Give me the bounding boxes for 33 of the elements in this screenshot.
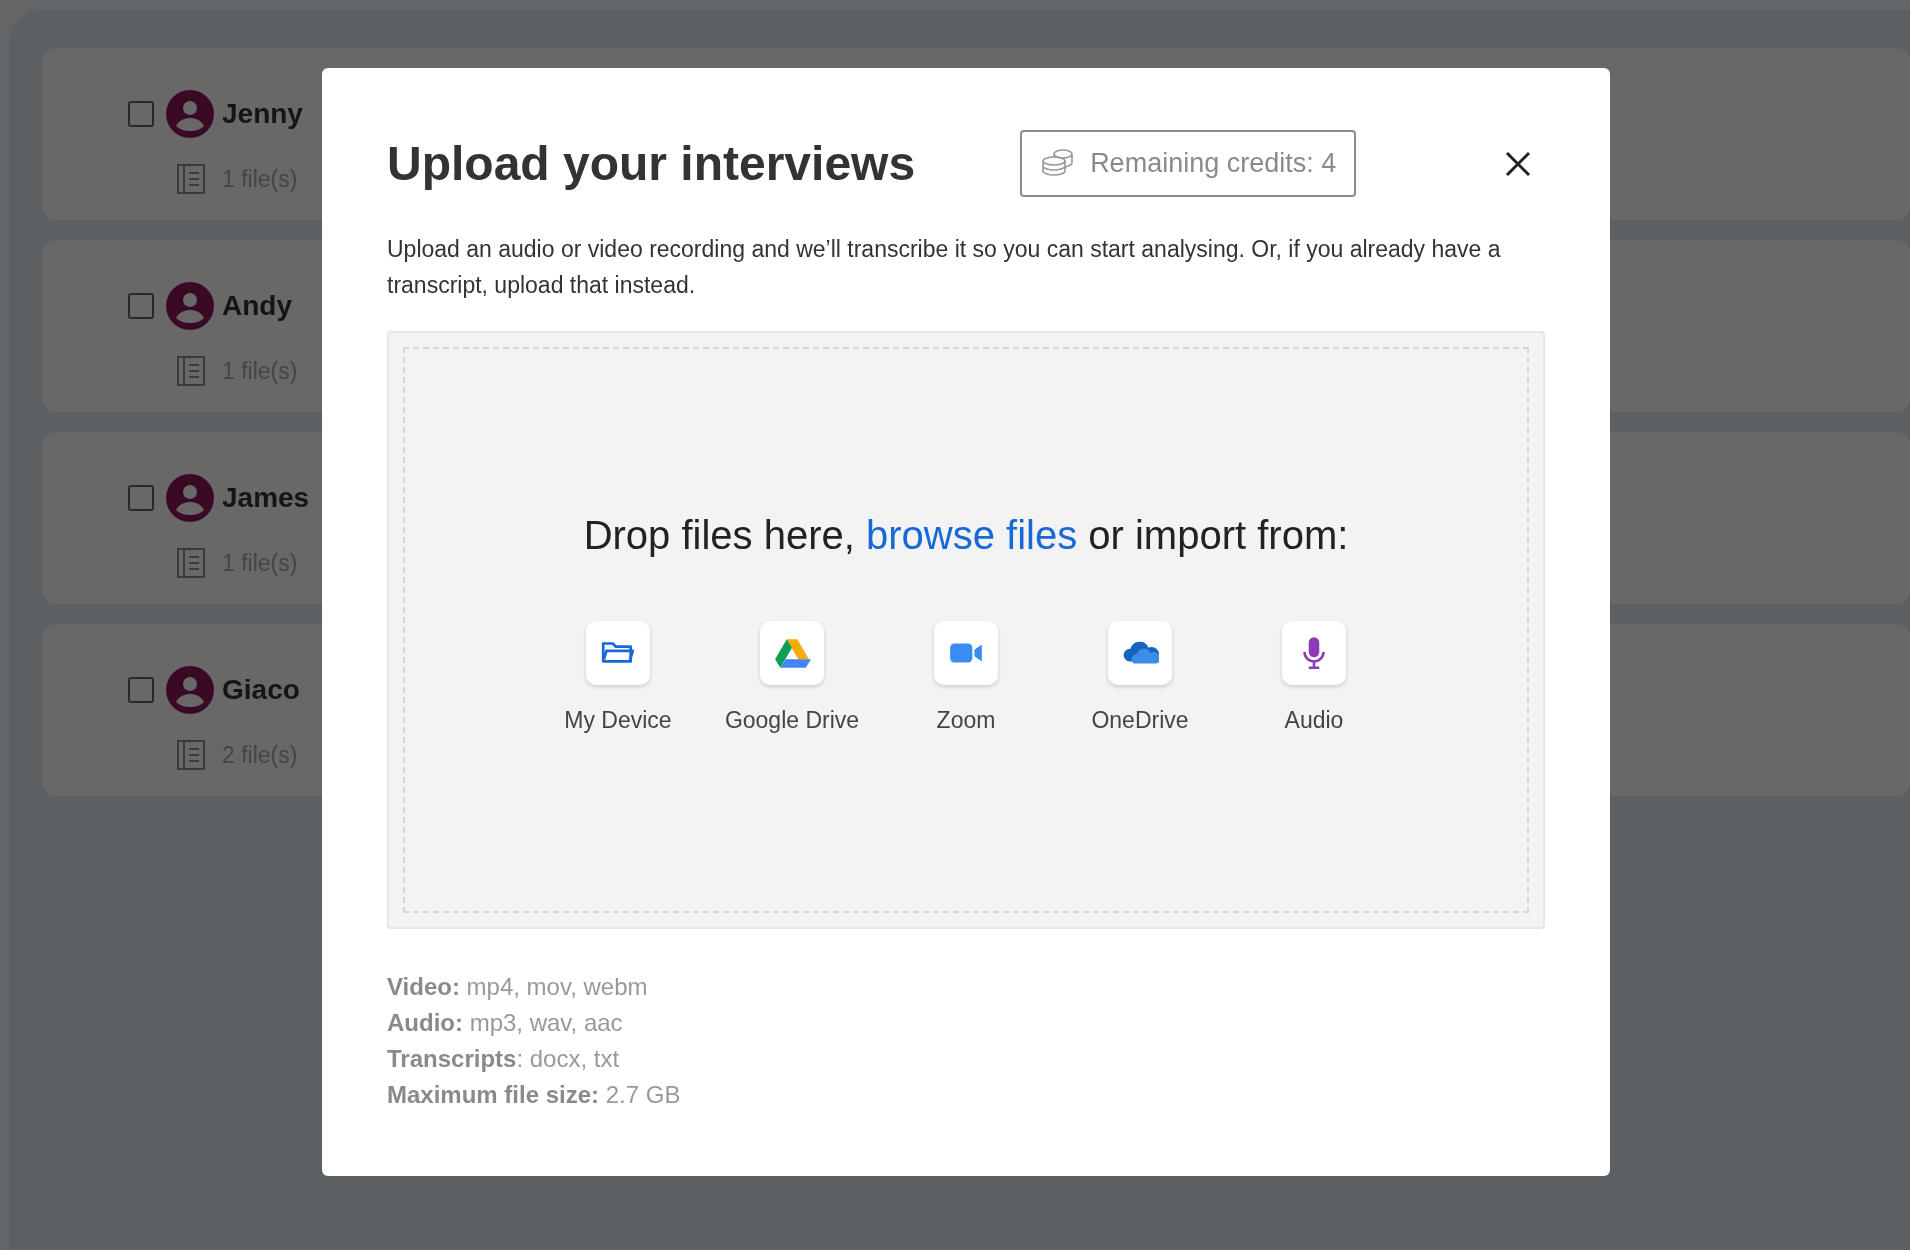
avatar-icon: [166, 90, 214, 138]
browse-files-link[interactable]: browse files: [866, 513, 1078, 557]
format-line: Transcripts: docx, txt: [387, 1044, 621, 1074]
checkbox[interactable]: [128, 677, 154, 703]
avatar-icon: [166, 282, 214, 330]
person-name: Jenny: [222, 97, 303, 131]
format-line: Video: mp4, mov, webm: [387, 972, 649, 1002]
source-button[interactable]: Google Drive: [705, 621, 879, 738]
credits-text: Remaining credits: 4: [1090, 147, 1337, 181]
person-name: Andy: [222, 289, 292, 323]
checkbox[interactable]: [128, 101, 154, 127]
format-line: Maximum file size: 2.7 GB: [387, 1080, 682, 1110]
person-name: James: [222, 481, 310, 515]
document-icon: [176, 355, 206, 388]
document-icon: [176, 163, 206, 196]
source-button[interactable]: My Device: [531, 621, 705, 738]
format-line: Audio: mp3, wav, aac: [387, 1008, 624, 1038]
source-button[interactable]: OneDrive: [1053, 621, 1227, 738]
checkbox[interactable]: [128, 293, 154, 319]
modal-title: Upload your interviews: [387, 135, 916, 192]
document-icon: [176, 547, 206, 580]
source-button[interactable]: Zoom: [879, 621, 1053, 738]
source-button[interactable]: Audio: [1227, 621, 1401, 738]
drop-instructions: Drop files here, browse files or import from:: [582, 512, 1350, 559]
drop-zone[interactable]: Drop files here, browse files or import from: My Device Google Drive Zoom OneDrive Audio: [387, 331, 1545, 929]
document-icon: [176, 739, 206, 772]
avatar-icon: [166, 474, 214, 522]
checkbox[interactable]: [128, 485, 154, 511]
close-icon: [1505, 150, 1531, 177]
description-text: Upload an audio or video recording and we’ll transcribe it so you can start analysing. Or, if you already have a transcript, upload that instead.: [387, 235, 1502, 300]
avatar-icon: [166, 666, 214, 714]
coins-icon: [1040, 148, 1075, 179]
person-name: Giaco: [222, 673, 300, 707]
